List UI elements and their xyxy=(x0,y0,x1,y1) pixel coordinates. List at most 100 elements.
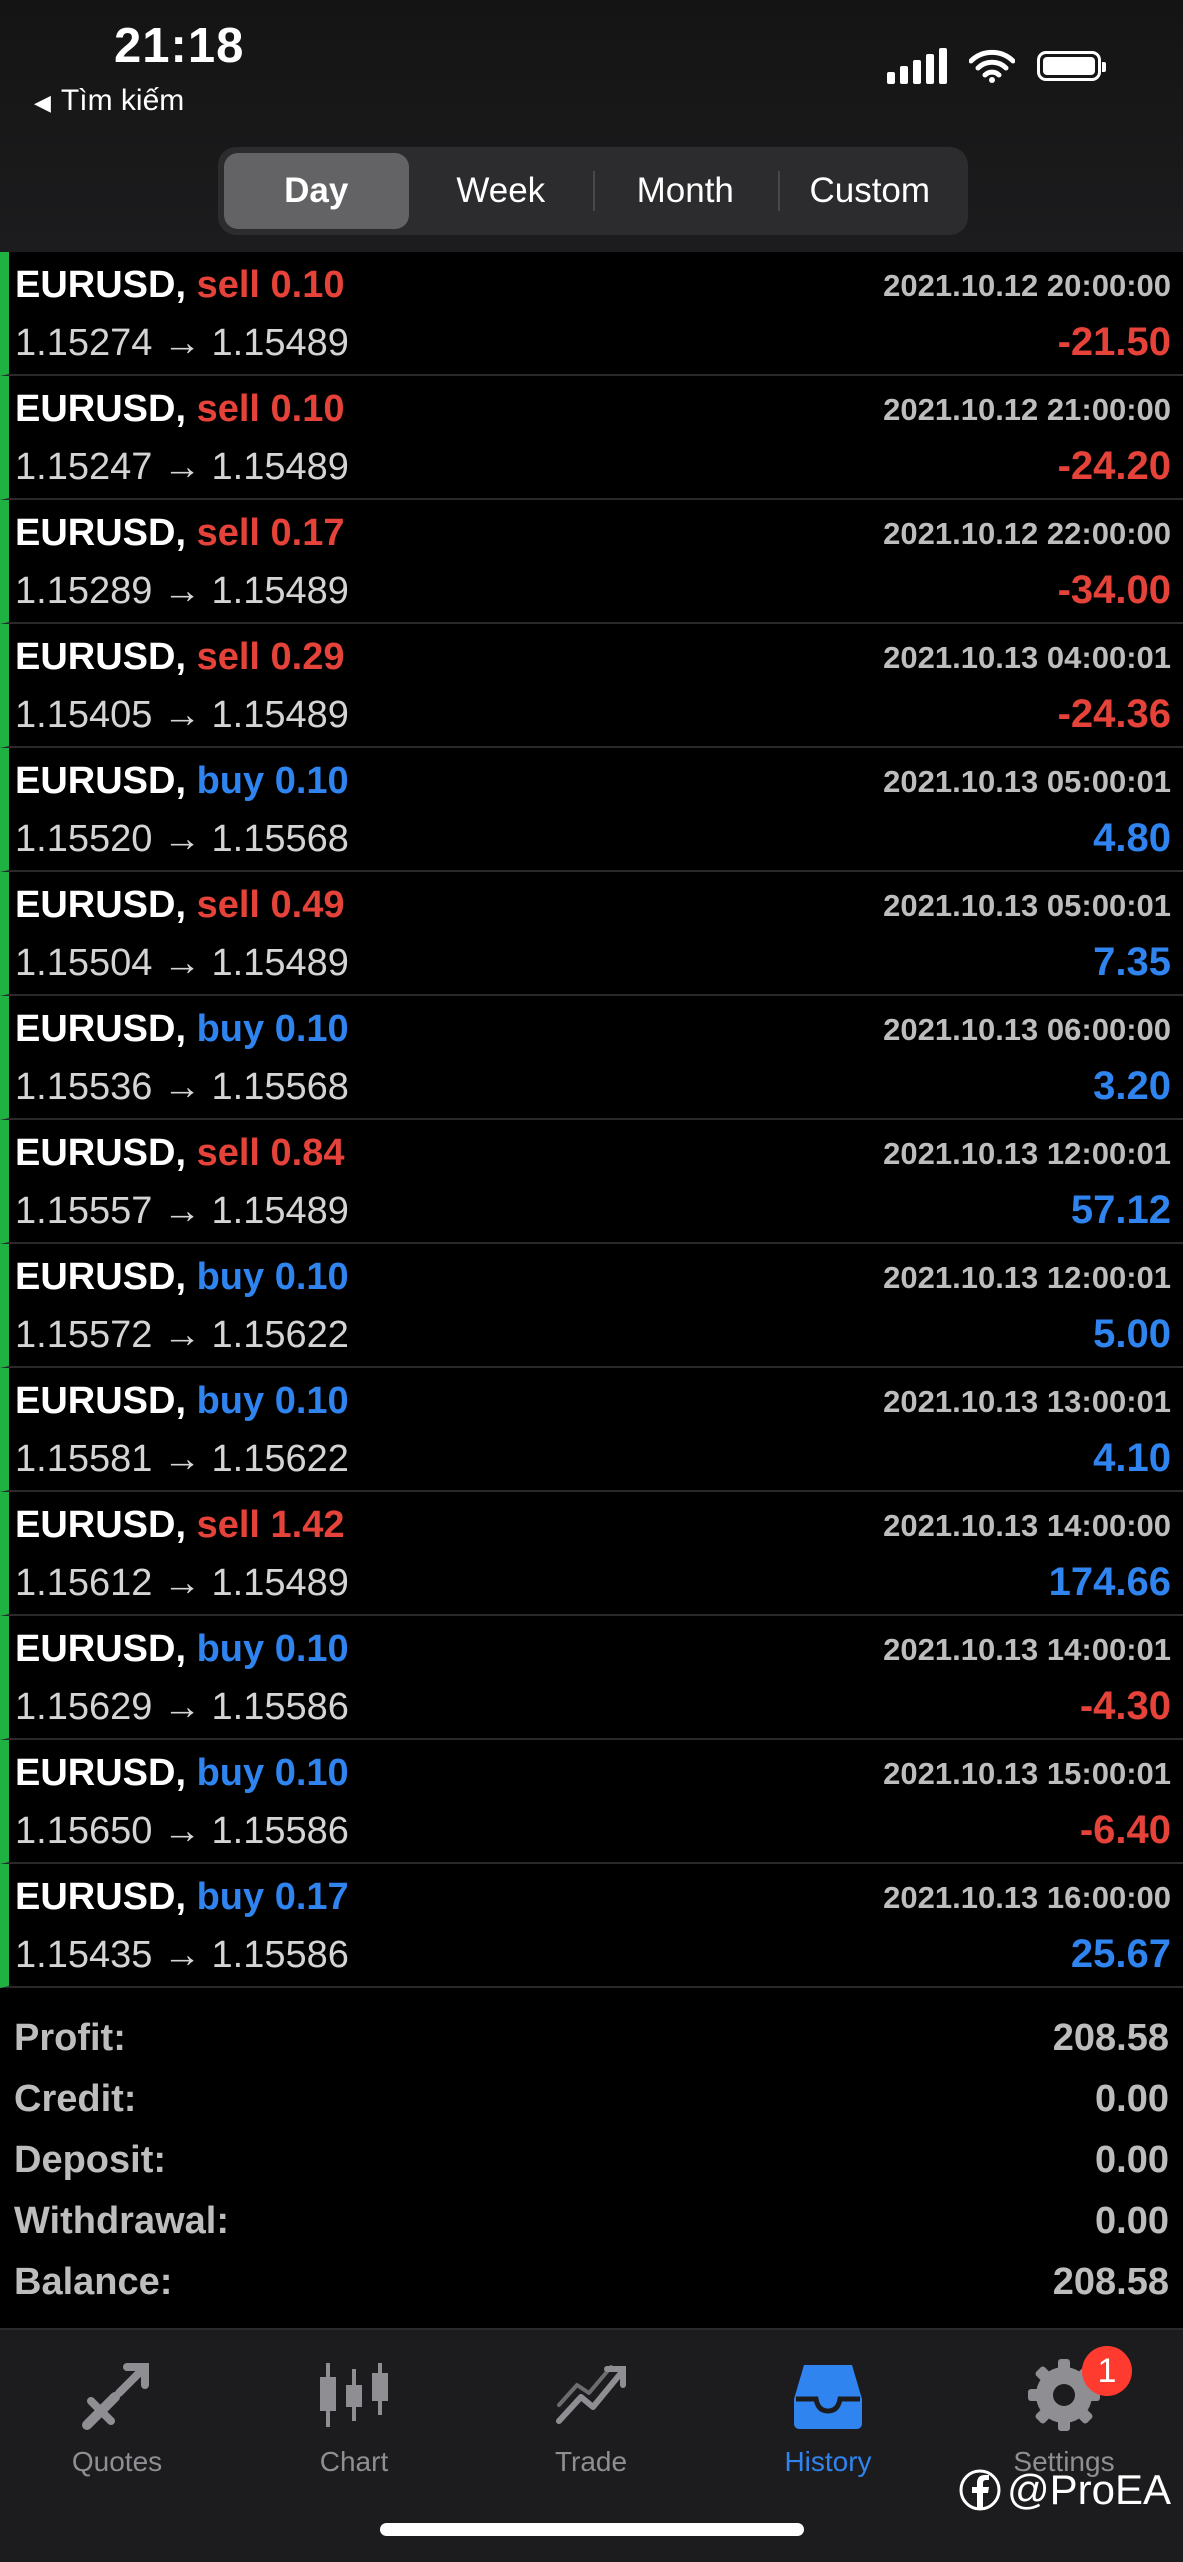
deal-prices: 1.15629 → 1.15586 xyxy=(15,1686,349,1729)
account-summary: Profit: 208.58 Credit: 0.00 Deposit: 0.00 With… xyxy=(0,2000,1183,2326)
deal-close-price: 1.15489 xyxy=(211,446,349,488)
deal-row[interactable]: EURUSD, sell 1.42 1.15612 → 1.15489 2021.1… xyxy=(0,1492,1183,1616)
deal-symbol: EURUSD, xyxy=(15,512,187,554)
deal-side: buy xyxy=(196,1256,265,1298)
deal-side: buy xyxy=(196,760,265,802)
deal-title: EURUSD, buy 0.10 xyxy=(15,1380,349,1423)
summary-row: Credit: 0.00 xyxy=(14,2069,1169,2129)
summary-label: Profit: xyxy=(14,2016,126,2059)
deal-symbol: EURUSD, xyxy=(15,1504,187,1546)
summary-value: 0.00 xyxy=(1095,2077,1169,2120)
deal-symbol: EURUSD, xyxy=(15,1628,187,1670)
deal-open-price: 1.15435 xyxy=(15,1934,153,1976)
deal-row[interactable]: EURUSD, sell 0.17 1.15289 → 1.15489 2021.1… xyxy=(0,500,1183,624)
deal-side: sell xyxy=(196,264,260,306)
deal-time: 2021.10.13 14:00:00 xyxy=(883,1508,1171,1543)
segment-month[interactable]: Month xyxy=(593,153,778,229)
tab-history[interactable]: History xyxy=(738,2350,918,2500)
deal-time: 2021.10.13 05:00:01 xyxy=(883,764,1171,799)
deal-side: buy xyxy=(196,1380,265,1422)
segment-custom[interactable]: Custom xyxy=(777,153,963,229)
arrow-right-icon: → xyxy=(162,446,201,488)
arrow-right-icon: → xyxy=(162,694,201,736)
deal-symbol: EURUSD, xyxy=(15,388,187,430)
deal-close-price: 1.15489 xyxy=(211,1190,349,1232)
deal-volume: 0.10 xyxy=(274,760,349,802)
deal-row[interactable]: EURUSD, sell 0.10 1.15274 → 1.15489 2021.1… xyxy=(0,252,1183,376)
deal-row[interactable]: EURUSD, buy 0.10 1.15536 → 1.15568 2021.10… xyxy=(0,996,1183,1120)
deal-prices: 1.15536 → 1.15568 xyxy=(15,1066,349,1109)
deal-side: buy xyxy=(196,1752,265,1794)
deal-time: 2021.10.13 16:00:00 xyxy=(883,1880,1171,1915)
deal-profit: -4.30 xyxy=(1079,1684,1171,1728)
back-link[interactable]: ◀ Tìm kiếm xyxy=(34,84,184,118)
deal-row[interactable]: EURUSD, sell 0.84 1.15557 → 1.15489 2021.1… xyxy=(0,1120,1183,1244)
deal-volume: 0.10 xyxy=(274,1628,349,1670)
chart-icon xyxy=(264,2350,444,2440)
arrow-right-icon: → xyxy=(162,1314,201,1356)
home-indicator[interactable] xyxy=(380,2523,804,2536)
deal-open-price: 1.15274 xyxy=(15,322,153,364)
deal-volume: 0.10 xyxy=(274,1380,349,1422)
deal-prices: 1.15247 → 1.15489 xyxy=(15,446,349,489)
deal-row[interactable]: EURUSD, sell 0.10 1.15247 → 1.15489 2021.1… xyxy=(0,376,1183,500)
deal-row[interactable]: EURUSD, buy 0.10 1.15650 → 1.15586 2021.10… xyxy=(0,1740,1183,1864)
deal-prices: 1.15504 → 1.15489 xyxy=(15,942,349,985)
tab-chart[interactable]: Chart xyxy=(264,2350,444,2500)
deal-prices: 1.15557 → 1.15489 xyxy=(15,1190,349,1233)
deal-time: 2021.10.13 05:00:01 xyxy=(883,888,1171,923)
back-arrow-icon: ◀ xyxy=(34,90,51,115)
deal-row[interactable]: EURUSD, sell 0.49 1.15504 → 1.15489 2021.1… xyxy=(0,872,1183,996)
arrow-right-icon: → xyxy=(162,570,201,612)
quotes-icon xyxy=(27,2350,207,2440)
settings-badge: 1 xyxy=(1082,2346,1132,2396)
deal-row[interactable]: EURUSD, buy 0.17 1.15435 → 1.15586 2021.10… xyxy=(0,1864,1183,1988)
deal-profit: 4.80 xyxy=(1093,816,1171,860)
deal-profit: 5.00 xyxy=(1093,1312,1171,1356)
deal-open-price: 1.15612 xyxy=(15,1562,153,1604)
deal-title: EURUSD, sell 0.84 xyxy=(15,1132,345,1175)
tab-chart-label: Chart xyxy=(319,2446,389,2477)
deal-profit: -6.40 xyxy=(1079,1808,1171,1852)
summary-value: 208.58 xyxy=(1052,2016,1169,2059)
deal-side: sell xyxy=(196,1504,260,1546)
deal-open-price: 1.15536 xyxy=(15,1066,153,1108)
summary-label: Credit: xyxy=(14,2077,137,2120)
deal-prices: 1.15435 → 1.15586 xyxy=(15,1934,349,1977)
deal-title: EURUSD, sell 0.10 xyxy=(15,388,345,431)
deal-time: 2021.10.13 06:00:00 xyxy=(883,1012,1171,1047)
trade-icon xyxy=(501,2350,681,2440)
deal-row[interactable]: EURUSD, buy 0.10 1.15581 → 1.15622 2021.10… xyxy=(0,1368,1183,1492)
summary-row: Withdrawal: 0.00 xyxy=(14,2191,1169,2251)
arrow-right-icon: → xyxy=(162,1438,201,1480)
deal-symbol: EURUSD, xyxy=(15,1876,187,1918)
deal-side: sell xyxy=(196,512,260,554)
deal-row[interactable]: EURUSD, sell 0.29 1.15405 → 1.15489 2021.1… xyxy=(0,624,1183,748)
deal-profit: -34.00 xyxy=(1057,568,1171,612)
deal-title: EURUSD, buy 0.10 xyxy=(15,1008,349,1051)
arrow-right-icon: → xyxy=(162,818,201,860)
deal-title: EURUSD, buy 0.10 xyxy=(15,1256,349,1299)
segment-week[interactable]: Week xyxy=(409,153,594,229)
deal-open-price: 1.15247 xyxy=(15,446,153,488)
deal-symbol: EURUSD, xyxy=(15,264,187,306)
deal-title: EURUSD, sell 0.49 xyxy=(15,884,345,927)
deal-prices: 1.15650 → 1.15586 xyxy=(15,1810,349,1853)
summary-value: 208.58 xyxy=(1052,2260,1169,2303)
deal-symbol: EURUSD, xyxy=(15,1256,187,1298)
deal-close-price: 1.15489 xyxy=(211,694,349,736)
tab-trade-label: Trade xyxy=(554,2446,628,2477)
deal-prices: 1.15520 → 1.15568 xyxy=(15,818,349,861)
deal-row[interactable]: EURUSD, buy 0.10 1.15572 → 1.15622 2021.10… xyxy=(0,1244,1183,1368)
deal-side: buy xyxy=(196,1628,265,1670)
tab-trade[interactable]: Trade xyxy=(501,2350,681,2500)
history-icon xyxy=(738,2350,918,2440)
arrow-right-icon: → xyxy=(162,322,201,364)
segment-day[interactable]: Day xyxy=(224,153,409,229)
deal-time: 2021.10.13 15:00:01 xyxy=(883,1756,1171,1791)
tab-quotes[interactable]: Quotes xyxy=(27,2350,207,2500)
deal-row[interactable]: EURUSD, buy 0.10 1.15629 → 1.15586 2021.10… xyxy=(0,1616,1183,1740)
deal-row[interactable]: EURUSD, buy 0.10 1.15520 → 1.15568 2021.10… xyxy=(0,748,1183,872)
deal-profit: -24.36 xyxy=(1057,692,1171,736)
deal-prices: 1.15405 → 1.15489 xyxy=(15,694,349,737)
